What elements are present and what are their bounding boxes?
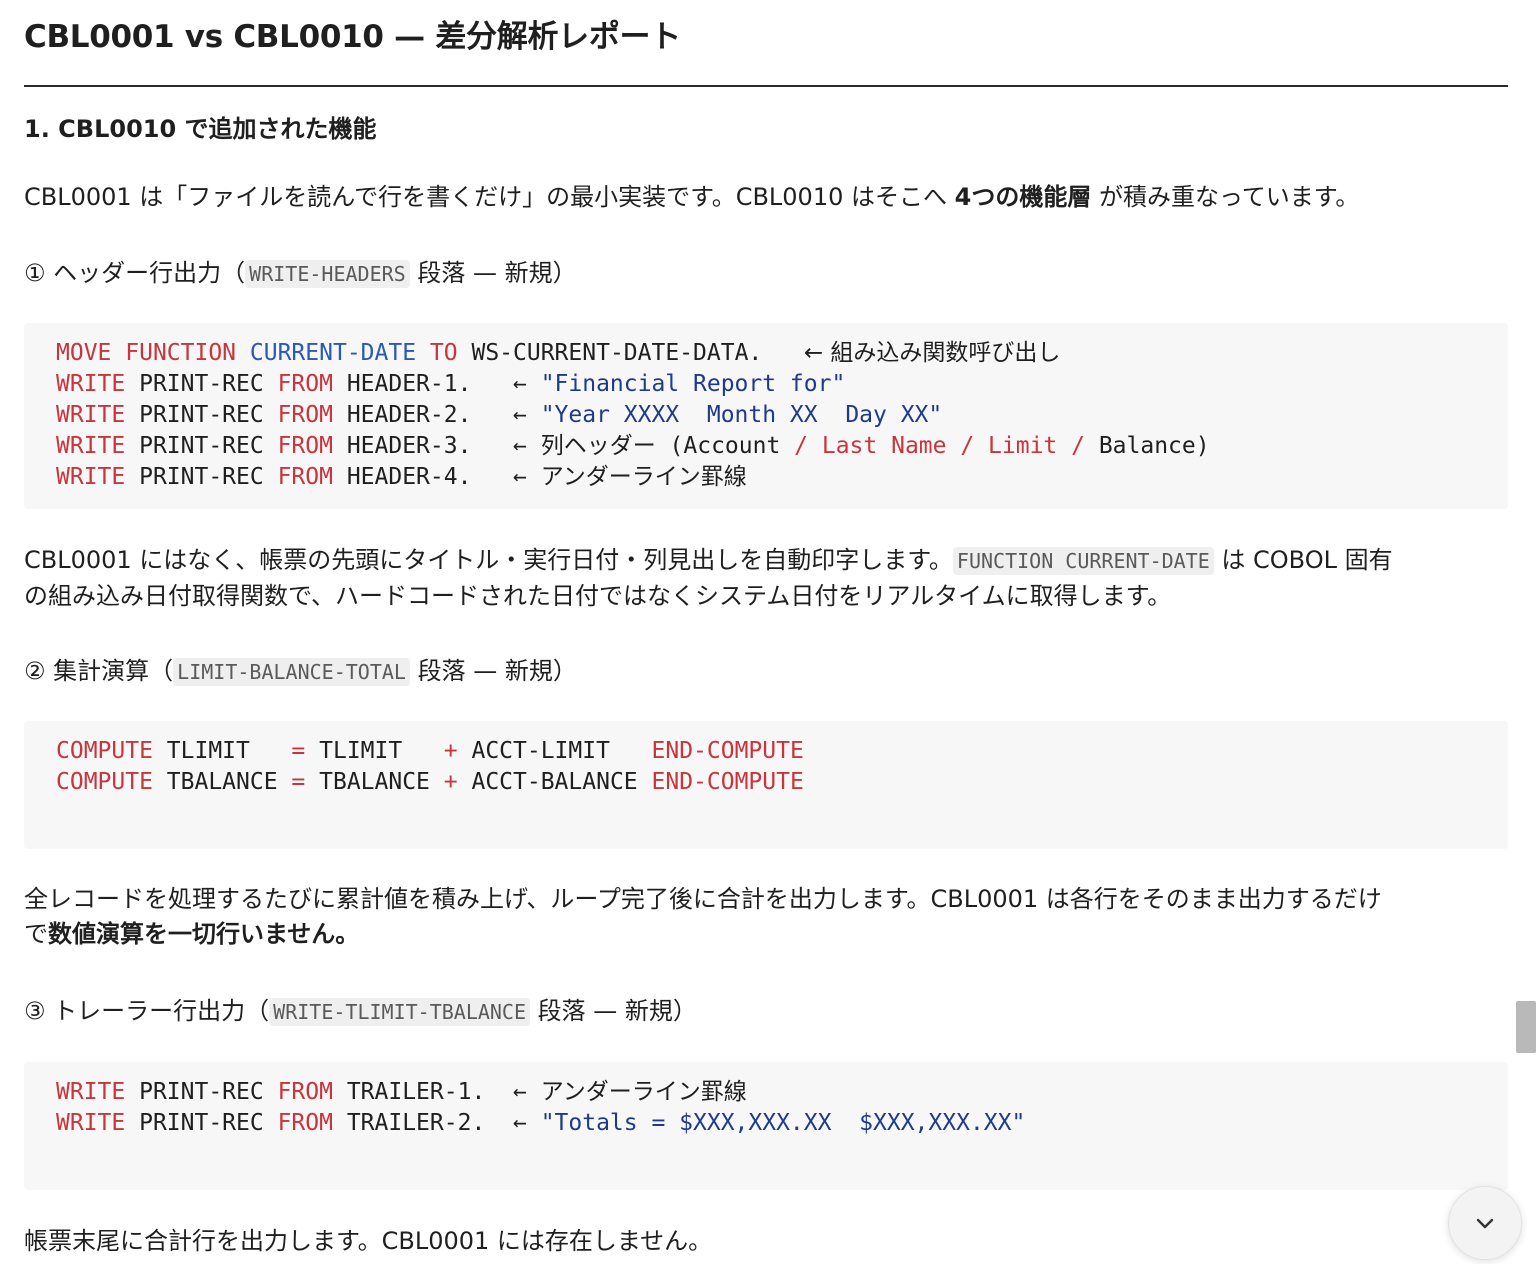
code-text: TBALANCE <box>305 769 444 795</box>
code-keyword: FROM <box>277 371 333 397</box>
scrollbar-thumb[interactable] <box>1516 1001 1536 1053</box>
code-text: HEADER-2. ← <box>332 402 541 428</box>
code-text: PRINT-REC <box>125 1110 278 1136</box>
code-line: WRITE PRINT-REC FROM HEADER-2. ← "Year X… <box>56 400 942 431</box>
code-keyword: END-COMPUTE <box>651 769 804 795</box>
code-line: WRITE PRINT-REC FROM TRAILER-2. ← "Total… <box>56 1108 1025 1139</box>
code-keyword: WRITE <box>56 1110 126 1136</box>
feature-heading-suffix: 段落 — 新規） <box>409 259 577 287</box>
code-text: TRAILER-1. ← <box>332 1079 541 1105</box>
code-text: WS-CURRENT-DATE-DATA. <box>457 340 804 366</box>
code-keyword: WRITE <box>56 464 126 490</box>
code-operator: + <box>443 769 458 795</box>
inline-code: WRITE-TLIMIT-TBALANCE <box>269 998 531 1026</box>
code-operator: = <box>291 769 306 795</box>
code-keyword: COMPUTE <box>56 769 153 795</box>
code-text: TLIMIT <box>152 738 292 764</box>
code-keyword: FROM <box>277 1079 333 1105</box>
feature-description-headers: CBL0001 にはなく、帳票の先頭にタイトル・実行日付・列見出しを自動印字しま… <box>24 543 1508 614</box>
description-text: 全レコードを処理するたびに累計値を積み上げ、ループ完了後に合計を出力します。CB… <box>24 885 1382 913</box>
description-text: の組み込み日付取得関数で、ハードコードされた日付ではなくシステム日付をリアルタイ… <box>24 582 1172 610</box>
code-keyword: WRITE <box>56 371 126 397</box>
code-keyword: WRITE <box>56 402 126 428</box>
code-text: PRINT-REC <box>125 402 278 428</box>
code-text: TRAILER-2. ← <box>332 1110 541 1136</box>
description-text: CBL0001 にはなく、帳票の先頭にタイトル・実行日付・列見出しを自動印字しま… <box>24 546 953 574</box>
code-operator: + <box>443 738 458 764</box>
code-block-totals: COMPUTE TLIMIT = TLIMIT + ACCT-LIMIT END… <box>24 721 1508 849</box>
code-function: CURRENT-DATE <box>249 340 417 366</box>
code-operator: = <box>291 738 306 764</box>
code-keyword: MOVE <box>56 340 112 366</box>
code-string: "Financial Report for" <box>540 371 846 397</box>
code-text: Balance) <box>1084 433 1210 459</box>
code-text: PRINT-REC <box>125 433 278 459</box>
description-text: で <box>24 920 48 948</box>
code-keyword: WRITE <box>56 433 126 459</box>
feature-heading-totals: ② 集計演算（ LIMIT-BALANCE-TOTAL 段落 — 新規） <box>24 654 577 689</box>
code-text: PRINT-REC <box>125 1079 278 1105</box>
code-text: ACCT-LIMIT <box>457 738 652 764</box>
inline-code: WRITE-HEADERS <box>245 260 410 288</box>
code-comment: アンダーライン罫線 <box>540 1079 747 1105</box>
page-title: CBL0001 vs CBL0010 — 差分解析レポート <box>24 19 681 55</box>
code-keyword: COMPUTE <box>56 738 153 764</box>
code-line: MOVE FUNCTION CURRENT-DATE TO WS-CURRENT… <box>56 338 1060 369</box>
feature-description-trailer: 帳票末尾に合計行を出力します。CBL0001 には存在しません。 <box>24 1227 713 1255</box>
intro-text-end: が積み重なっています。 <box>1091 183 1360 211</box>
code-line: WRITE PRINT-REC FROM HEADER-3. ← 列ヘッダー (… <box>56 431 1210 462</box>
feature-heading-trailer: ③ トレーラー行出力（ WRITE-TLIMIT-TBALANCE 段落 — 新規… <box>24 994 697 1029</box>
description-emphasis: 数値演算を一切行いません。 <box>48 920 360 948</box>
code-string: "Totals = $XXX,XXX.XX $XXX,XXX.XX" <box>540 1110 1026 1136</box>
title-divider <box>24 85 1508 87</box>
code-line: WRITE PRINT-REC FROM HEADER-4. ← アンダーライン… <box>56 462 747 493</box>
code-text: TLIMIT <box>305 738 444 764</box>
code-line: COMPUTE TLIMIT = TLIMIT + ACCT-LIMIT END… <box>56 736 804 767</box>
feature-heading-text: ③ トレーラー行出力（ <box>24 997 270 1025</box>
intro-text: CBL0001 は「ファイルを読んで行を書くだけ」の最小実装です。CBL0010… <box>24 183 955 211</box>
code-line: WRITE PRINT-REC FROM TRAILER-1. ← アンダーライ… <box>56 1077 747 1108</box>
code-block-trailer: WRITE PRINT-REC FROM TRAILER-1. ← アンダーライ… <box>24 1062 1508 1190</box>
description-text: は COBOL 固有 <box>1213 546 1393 574</box>
code-keyword: FROM <box>277 433 333 459</box>
feature-heading-text: ② 集計演算（ <box>24 657 174 685</box>
code-line: COMPUTE TBALANCE = TBALANCE + ACCT-BALAN… <box>56 767 804 798</box>
feature-heading-suffix: 段落 — 新規） <box>530 997 697 1025</box>
code-comment: ← 組み込み関数呼び出し <box>803 340 1061 366</box>
code-text: HEADER-1. ← <box>332 371 541 397</box>
feature-description-totals: 全レコードを処理するたびに累計値を積み上げ、ループ完了後に合計を出力します。CB… <box>24 882 1508 952</box>
code-comment: アンダーライン罫線 <box>540 464 747 490</box>
code-string: "Year XXXX Month XX Day XX" <box>540 402 943 428</box>
code-text: PRINT-REC <box>125 464 278 490</box>
code-keyword: WRITE <box>56 1079 126 1105</box>
intro-paragraph: CBL0001 は「ファイルを読んで行を書くだけ」の最小実装です。CBL0010… <box>24 180 1508 215</box>
section-heading: 1. CBL0010 で追加された機能 <box>24 115 377 143</box>
inline-code: FUNCTION CURRENT-DATE <box>952 547 1214 575</box>
scroll-down-button[interactable] <box>1448 1186 1522 1260</box>
code-keyword: FROM <box>277 1110 333 1136</box>
inline-code: LIMIT-BALANCE-TOTAL <box>173 658 410 686</box>
chevron-down-icon <box>1476 1218 1494 1229</box>
code-text: 列ヘッダー (Account <box>540 433 795 459</box>
code-text: HEADER-4. ← <box>332 464 541 490</box>
feature-heading-suffix: 段落 — 新規） <box>409 657 577 685</box>
code-text: ACCT-BALANCE <box>457 769 652 795</box>
feature-heading-headers: ① ヘッダー行出力（ WRITE-HEADERS 段落 — 新規） <box>24 256 577 291</box>
code-keyword: FROM <box>277 402 333 428</box>
code-text: PRINT-REC <box>125 371 278 397</box>
description-line: で数値演算を一切行いません。 <box>24 917 1508 952</box>
feature-heading-text: ① ヘッダー行出力（ <box>24 259 246 287</box>
description-line: CBL0001 にはなく、帳票の先頭にタイトル・実行日付・列見出しを自動印字しま… <box>24 543 1508 579</box>
code-line: WRITE PRINT-REC FROM HEADER-1. ← "Financ… <box>56 369 845 400</box>
code-text: HEADER-3. ← <box>332 433 541 459</box>
code-keyword: TO <box>429 340 458 366</box>
code-keyword: END-COMPUTE <box>651 738 804 764</box>
code-keyword: FUNCTION <box>125 340 237 366</box>
code-text: TBALANCE <box>152 769 292 795</box>
code-block-headers: MOVE FUNCTION CURRENT-DATE TO WS-CURRENT… <box>24 323 1508 509</box>
code-keyword: / Last Name / Limit / <box>794 433 1085 459</box>
intro-emphasis: 4つの機能層 <box>954 183 1092 211</box>
code-keyword: FROM <box>277 464 333 490</box>
